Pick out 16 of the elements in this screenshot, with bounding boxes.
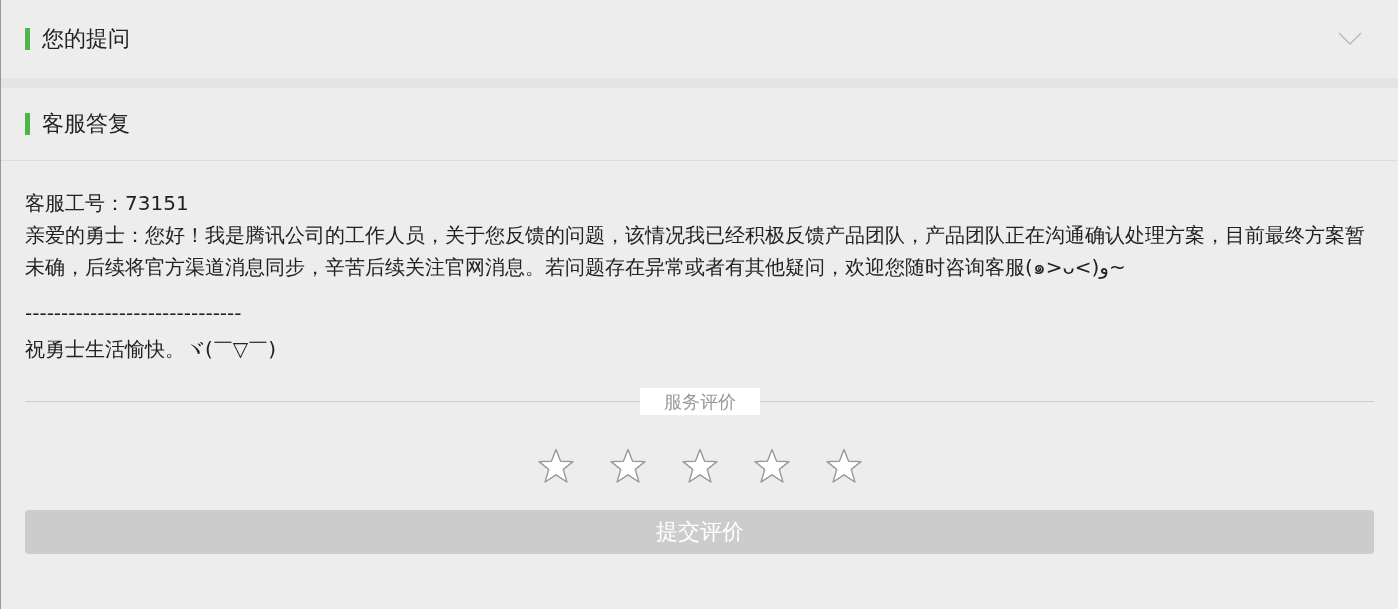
star-icon[interactable] [680,448,719,484]
star-icon[interactable] [536,448,575,484]
accent-bar [25,113,30,135]
star-icon[interactable] [824,448,863,484]
reply-text: 客服工号：73151 [25,190,190,217]
panel-title: 您的提问 [42,25,130,53]
reply-text: ------------------------------ [25,300,243,327]
rating-title: 服务评价 [639,388,760,415]
star-icon[interactable] [608,448,647,484]
reply-text: 亲爱的勇士：您好！我是腾讯公司的工作人员，关于您反馈的问题，该情况我已经积极反馈产品团队，产品团队正在沟通确认处理方案，目前最终方案暂未确，后续将官方渠道消息同步，辛苦后续关注官网消息。若问题存在异常或者有其他疑问，欢迎您随时咨询客服(๑>ᴗ<)و~ [25,222,1366,281]
accent-bar [25,28,30,50]
star-icon[interactable] [752,448,791,484]
chevron-down-icon[interactable] [1338,32,1362,46]
question-header[interactable]: 您的提问 [1,0,1398,78]
panel-title: 客服答复 [42,110,130,138]
reply-text: 祝勇士生活愉快。ヾ(￣▽￣) [25,336,277,363]
